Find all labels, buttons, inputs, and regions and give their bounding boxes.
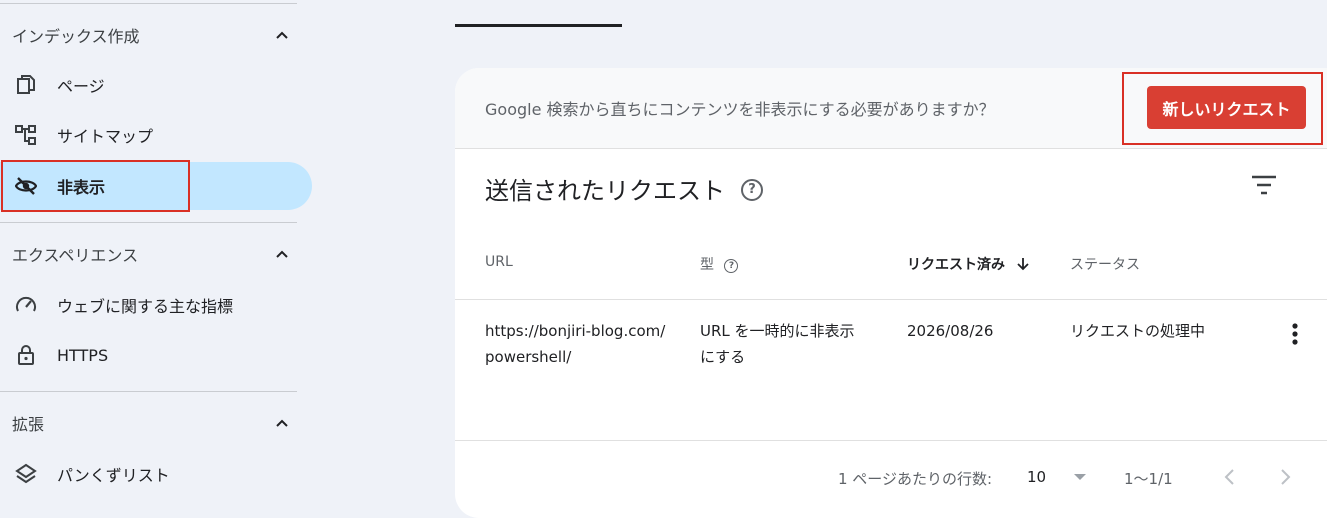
chevron-up-icon <box>276 250 288 258</box>
chevron-up-icon <box>276 31 288 39</box>
filter-icon[interactable] <box>1251 174 1277 196</box>
sidebar-item-label: パンくずリスト <box>57 466 170 485</box>
rows-per-page-label: 1 ページあたりの行数: <box>838 470 993 488</box>
cell-type-line: URL を一時的に非表示 <box>700 322 855 340</box>
column-header-status[interactable]: ステータス <box>1070 254 1140 274</box>
lock-icon <box>18 345 34 365</box>
cell-url: https://bonjiri-blog.com/ powershell/ <box>485 318 665 370</box>
sidebar-item-breadcrumbs[interactable]: パンくずリスト <box>0 450 312 498</box>
cell-type-line: にする <box>700 348 746 366</box>
sidebar: インデックス作成 ページ サイトマップ 非表示 エクスペリエンス ウェブに関する… <box>0 0 320 502</box>
column-header-type[interactable]: 型 ? <box>700 254 739 274</box>
section-title: 拡張 <box>12 415 45 434</box>
page-title: 送信されたリクエスト <box>485 177 725 205</box>
more-vert-icon[interactable] <box>1285 321 1305 347</box>
sidebar-divider <box>0 3 297 4</box>
sidebar-item-https[interactable]: HTTPS <box>0 331 312 379</box>
dropdown-arrow-icon <box>1073 474 1086 480</box>
section-indexing-header[interactable]: インデックス作成 <box>12 20 302 50</box>
cell-url-line: powershell/ <box>485 348 572 366</box>
section-experience-header[interactable]: エクスペリエンス <box>12 239 302 269</box>
layers-icon <box>15 463 37 484</box>
cell-requested: 2026/08/26 <box>907 322 994 340</box>
cell-type: URL を一時的に非表示 にする <box>700 318 855 370</box>
section-enhancements-header[interactable]: 拡張 <box>12 408 302 438</box>
cell-url-line: https://bonjiri-blog.com/ <box>485 322 666 340</box>
sidebar-item-label: ウェブに関する主な指標 <box>57 297 234 316</box>
sidebar-item-core-web-vitals[interactable]: ウェブに関する主な指標 <box>0 281 312 329</box>
page-copy-icon <box>17 75 35 94</box>
chevron-right-icon[interactable] <box>1274 466 1296 488</box>
column-header-url[interactable]: URL <box>485 254 513 270</box>
help-icon[interactable]: ? <box>724 259 739 273</box>
sidebar-item-label: ページ <box>57 77 105 96</box>
banner-text: Google 検索から直ちにコンテンツを非表示にする必要がありますか？ <box>485 100 995 119</box>
pagination-range: 1〜1/1 <box>1124 470 1173 488</box>
section-title: インデックス作成 <box>12 27 140 46</box>
highlight-box <box>1 160 190 212</box>
sidebar-item-pages[interactable]: ページ <box>0 61 312 109</box>
arrow-down-icon <box>1017 258 1029 271</box>
highlight-box <box>1122 72 1323 145</box>
rows-per-page-select[interactable]: 10 <box>1027 468 1087 486</box>
gauge-icon <box>16 296 36 312</box>
column-header-requested[interactable]: リクエスト済み <box>907 254 1030 274</box>
section-title: エクスペリエンス <box>12 246 139 265</box>
tab-underline <box>455 24 622 27</box>
sidebar-item-label: HTTPS <box>57 345 109 365</box>
rows-per-page-value: 10 <box>1027 468 1047 486</box>
sidebar-divider <box>0 222 297 223</box>
column-header-label: 型 <box>700 257 714 273</box>
chevron-up-icon <box>276 419 288 427</box>
sidebar-item-label: サイトマップ <box>57 127 154 146</box>
sidebar-item-sitemaps[interactable]: サイトマップ <box>0 111 312 159</box>
chevron-left-icon[interactable] <box>1219 466 1241 488</box>
sidebar-divider <box>0 391 297 392</box>
footer-divider <box>455 440 1327 441</box>
cell-status: リクエストの処理中 <box>1070 322 1206 340</box>
help-icon[interactable]: ? <box>741 179 763 201</box>
sitemap-icon <box>15 125 36 145</box>
column-header-label: リクエスト済み <box>907 257 1005 273</box>
header-divider <box>455 299 1327 300</box>
